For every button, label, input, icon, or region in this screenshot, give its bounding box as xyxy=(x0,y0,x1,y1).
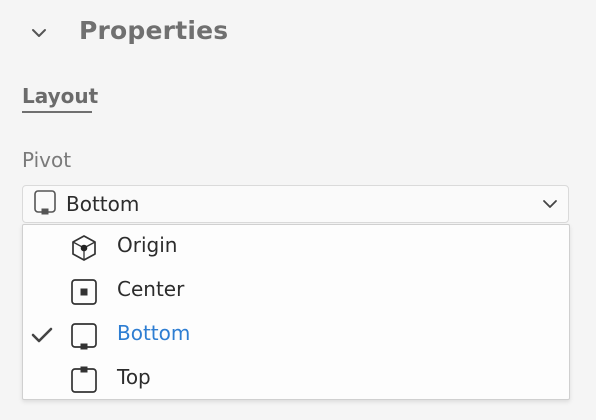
panel-title: Properties xyxy=(79,16,229,45)
check-slot xyxy=(31,280,53,302)
pivot-bottom-icon xyxy=(69,321,99,351)
pivot-dropdown[interactable]: Bottom xyxy=(22,185,569,223)
pivot-label: Pivot xyxy=(22,148,72,172)
pivot-top-icon xyxy=(69,365,99,395)
pivot-menu: Origin Center Bottom Top xyxy=(22,224,570,400)
chevron-down-icon xyxy=(541,195,559,213)
menu-item-origin[interactable]: Origin xyxy=(23,225,569,269)
tab-layout[interactable]: Layout xyxy=(22,84,98,108)
pivot-bottom-icon xyxy=(32,189,58,219)
menu-item-label: Center xyxy=(117,277,185,301)
chevron-down-icon xyxy=(31,23,47,42)
menu-item-label: Origin xyxy=(117,233,178,257)
properties-panel: Properties Layout Pivot Bottom Origin Ce… xyxy=(0,0,596,420)
collapse-toggle[interactable] xyxy=(27,20,51,44)
menu-item-label: Bottom xyxy=(117,321,191,345)
tab-underline xyxy=(22,111,92,113)
checkmark-icon xyxy=(31,324,53,346)
check-slot xyxy=(31,236,53,258)
menu-item-center[interactable]: Center xyxy=(23,269,569,313)
pivot-selected-value: Bottom xyxy=(66,192,140,216)
pivot-origin-icon xyxy=(69,233,99,263)
check-slot xyxy=(31,368,53,390)
menu-item-bottom[interactable]: Bottom xyxy=(23,313,569,357)
pivot-center-icon xyxy=(69,277,99,307)
menu-item-top[interactable]: Top xyxy=(23,357,569,401)
menu-item-label: Top xyxy=(117,365,151,389)
